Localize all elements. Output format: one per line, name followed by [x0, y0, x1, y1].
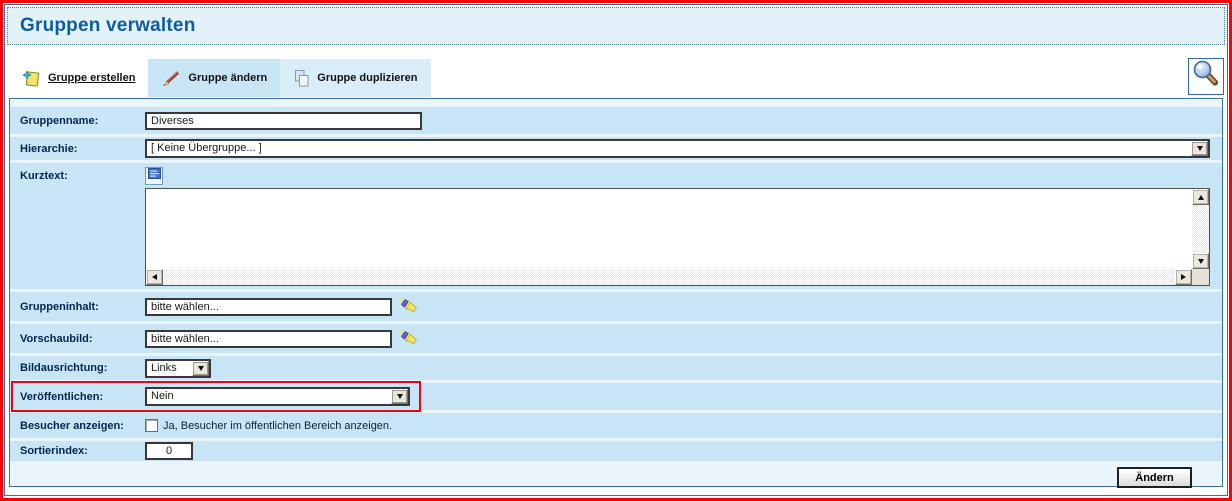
page-title: Gruppen verwalten: [20, 15, 196, 37]
vorschaubild-label: Vorschaubild:: [10, 333, 145, 345]
browse-flashlight-icon[interactable]: [398, 328, 420, 350]
chevron-down-icon: [397, 394, 403, 399]
form-footer: Ändern: [10, 464, 1222, 488]
row-gruppeninhalt: Gruppeninhalt:: [10, 292, 1222, 321]
row-sortierindex: Sortierindex:: [10, 441, 1222, 461]
magnifier-icon: [1191, 59, 1221, 94]
search-button[interactable]: [1188, 58, 1224, 95]
kurztext-field-area: [145, 163, 1210, 286]
aendern-submit-button[interactable]: Ändern: [1117, 467, 1192, 488]
veroeffentlichen-label: Veröffentlichen:: [10, 391, 145, 403]
arrow-left-icon: [152, 274, 157, 280]
row-vorschaubild: Vorschaubild:: [10, 324, 1222, 353]
dropdown-arrow-button[interactable]: [1191, 141, 1208, 156]
hierarchie-label: Hierarchie:: [10, 143, 145, 155]
horizontal-scrollbar[interactable]: [146, 269, 1192, 285]
editor-toggle-button[interactable]: [145, 167, 163, 185]
form-panel: Gruppenname: Hierarchie: [ Keine Übergru…: [9, 98, 1223, 487]
tab-label: Gruppe duplizieren: [317, 72, 417, 84]
duplicate-pages-icon: [293, 69, 310, 88]
row-bildausrichtung: Bildausrichtung: Links: [10, 356, 1222, 380]
vertical-scrollbar[interactable]: [1192, 189, 1209, 269]
dropdown-arrow-button[interactable]: [391, 389, 408, 404]
veroeffentlichen-selected-value: Nein: [147, 389, 391, 404]
hierarchie-selected-value: [ Keine Übergruppe... ]: [147, 141, 1191, 156]
scroll-up-button[interactable]: [1192, 189, 1209, 205]
arrow-right-icon: [1181, 274, 1186, 280]
gruppeninhalt-label: Gruppeninhalt:: [10, 301, 145, 313]
sortierindex-label: Sortierindex:: [10, 445, 145, 457]
page-title-bar: Gruppen verwalten: [7, 7, 1225, 45]
row-gruppenname: Gruppenname:: [10, 107, 1222, 134]
scroll-down-button[interactable]: [1192, 253, 1209, 269]
arrow-down-icon: [1198, 259, 1204, 264]
tab-label: Gruppe ändern: [188, 72, 267, 84]
arrow-up-icon: [1198, 195, 1204, 200]
gruppenname-input[interactable]: [145, 112, 422, 130]
tab-bar: Gruppe erstellen Gruppe ändern: [8, 59, 431, 97]
row-besucher-anzeigen: Besucher anzeigen: Ja, Besucher im öffen…: [10, 413, 1222, 438]
hierarchie-select[interactable]: [ Keine Übergruppe... ]: [145, 139, 1210, 158]
besucher-anzeigen-checkbox[interactable]: [145, 419, 158, 432]
row-kurztext: Kurztext:: [10, 163, 1222, 289]
browse-flashlight-icon[interactable]: [398, 296, 420, 318]
besucher-anzeigen-checkbox-label: Ja, Besucher im öffentlichen Bereich anz…: [163, 420, 392, 432]
row-hierarchie: Hierarchie: [ Keine Übergruppe... ]: [10, 137, 1222, 160]
kurztext-textarea[interactable]: [145, 188, 1210, 286]
tab-gruppe-duplizieren[interactable]: Gruppe duplizieren: [280, 59, 430, 97]
scroll-left-button[interactable]: [146, 269, 163, 285]
gruppenname-label: Gruppenname:: [10, 115, 145, 127]
screenshot-root: { "page": { "title": "Gruppen verwalten"…: [0, 0, 1232, 501]
bildausrichtung-label: Bildausrichtung:: [10, 362, 145, 374]
kurztext-label: Kurztext:: [10, 163, 145, 182]
scroll-right-button[interactable]: [1175, 269, 1192, 285]
chevron-down-icon: [198, 366, 204, 371]
tab-label: Gruppe erstellen: [48, 72, 135, 84]
dropdown-arrow-button[interactable]: [192, 361, 209, 376]
row-veroeffentlichen: Veröffentlichen: Nein: [10, 383, 1222, 410]
bildausrichtung-selected-value: Links: [147, 361, 192, 376]
besucher-anzeigen-label: Besucher anzeigen:: [10, 420, 145, 432]
sortierindex-input[interactable]: [145, 442, 193, 460]
edit-pencil-icon: [161, 70, 181, 87]
scrollbar-corner: [1192, 269, 1209, 285]
vorschaubild-input[interactable]: [145, 330, 392, 348]
tab-gruppe-erstellen[interactable]: Gruppe erstellen: [8, 59, 148, 97]
bildausrichtung-select[interactable]: Links: [145, 359, 211, 378]
create-group-icon: [21, 69, 41, 88]
chevron-down-icon: [1197, 146, 1203, 151]
page-frame: Gruppen verwalten Gruppe erstellen: [4, 4, 1228, 496]
editor-toggle-icon: [148, 167, 161, 185]
gruppeninhalt-input[interactable]: [145, 298, 392, 316]
tab-gruppe-aendern[interactable]: Gruppe ändern: [148, 59, 280, 97]
veroeffentlichen-select[interactable]: Nein: [145, 387, 410, 406]
